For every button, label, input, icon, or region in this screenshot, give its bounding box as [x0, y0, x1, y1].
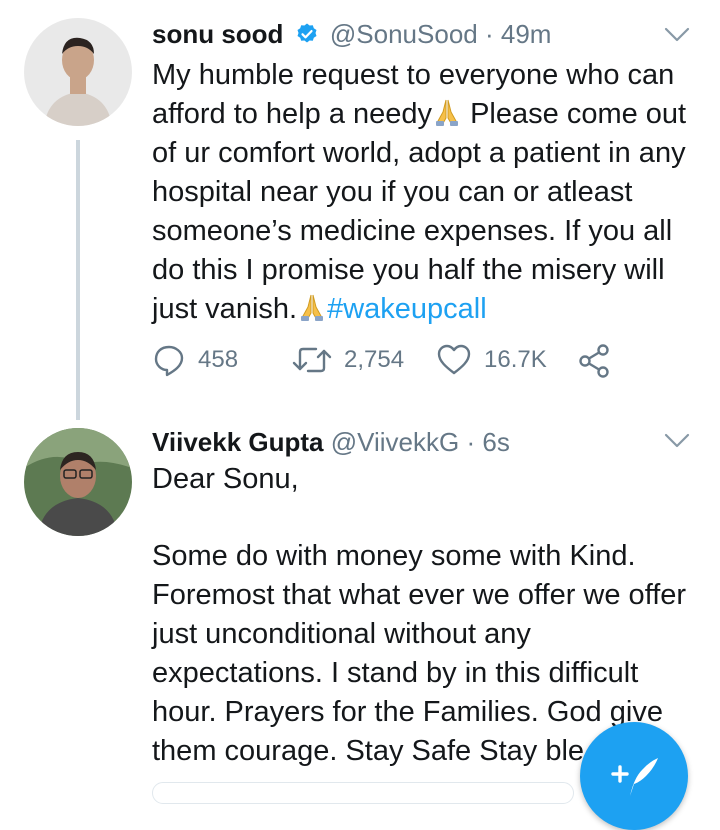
thread-connector-line [76, 140, 80, 420]
like-button[interactable]: 16.7K [436, 343, 547, 377]
reply-bubble-icon [154, 345, 184, 377]
hashtag-link[interactable]: #wakeupcall [327, 293, 487, 325]
folded-hands-emoji [432, 97, 462, 127]
tweet-greeting: Dear Sonu, [152, 463, 299, 495]
heart-icon [437, 344, 471, 375]
display-name[interactable]: sonu sood [152, 19, 283, 49]
like-count: 16.7K [484, 346, 547, 373]
handle[interactable]: @ViivekkG [331, 427, 460, 457]
folded-hands-emoji [297, 292, 327, 322]
reply-count: 458 [198, 346, 239, 373]
chevron-down-icon[interactable] [664, 26, 690, 44]
compose-tweet-icon [611, 758, 658, 796]
retweet-button[interactable]: 2,754 [292, 343, 404, 377]
tweet-text: My humble request to everyone who can af… [152, 56, 697, 329]
tweet-sonu-sood[interactable]: sonu sood @SonuSood · 49m My humble requ… [0, 0, 720, 420]
tweet-header: sonu sood @SonuSood · 49m [152, 19, 551, 50]
retweet-icon [292, 347, 332, 373]
avatar-sonu-sood[interactable] [24, 18, 132, 126]
share-button[interactable] [576, 343, 624, 379]
display-name[interactable]: Viivekk Gupta [152, 427, 324, 457]
handle[interactable]: @SonuSood [330, 19, 478, 49]
timestamp[interactable]: · 49m [485, 19, 551, 49]
reply-button[interactable]: 458 [152, 343, 238, 377]
chevron-down-icon[interactable] [664, 432, 690, 450]
reply-input-box[interactable] [152, 782, 574, 804]
tweet-text-part-2: Please come out of ur comfort world, ado… [152, 98, 695, 325]
tweet-header: Viivekk Gupta @ViivekkG · 6s [152, 427, 510, 458]
share-icon [579, 344, 609, 378]
timestamp[interactable]: · 6s [466, 427, 509, 457]
verified-badge-icon [295, 22, 319, 46]
tweet-actions: 458 2,754 16.7K [152, 343, 622, 383]
retweet-count: 2,754 [344, 346, 405, 373]
avatar-viivekk-gupta[interactable] [24, 428, 132, 536]
compose-tweet-button[interactable] [580, 722, 688, 830]
